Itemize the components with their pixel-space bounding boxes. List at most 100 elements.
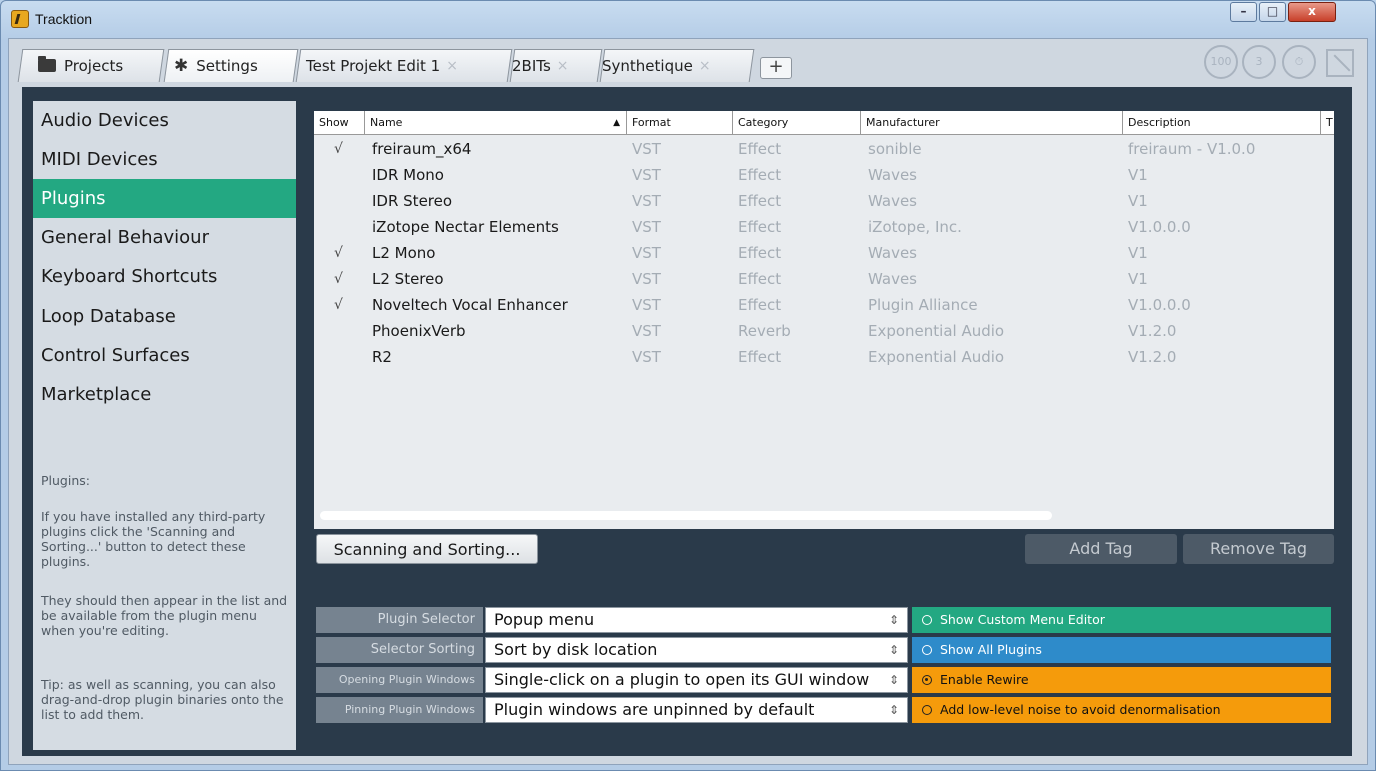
show-checkmark-icon[interactable]: √ (334, 240, 343, 266)
add-tab-button[interactable]: + (760, 57, 792, 79)
close-tab-icon[interactable]: × (446, 58, 458, 74)
sidebar-item-loop-database[interactable]: Loop Database (33, 297, 296, 336)
table-row[interactable]: PhoenixVerb VST Reverb Exponential Audio V1.… (314, 318, 1334, 344)
manufacturer-cell: iZotope, Inc. (868, 218, 962, 236)
select-arrow-icon: ⇕ (888, 703, 899, 717)
close-tab-icon[interactable]: × (557, 58, 569, 74)
table-row[interactable]: √ Noveltech Vocal Enhancer VST Effect Plugin… (314, 292, 1334, 318)
opening-plugin-windows-select[interactable]: Single-click on a plugin to open its GUI… (485, 667, 908, 693)
description-cell: V1 (1128, 244, 1148, 262)
manufacturer-cell: Waves (868, 192, 917, 210)
tab-projects[interactable]: Projects (38, 49, 123, 82)
column-header-tags[interactable]: T (1320, 111, 1334, 135)
column-header-manufacturer[interactable]: Manufacturer (860, 111, 1122, 135)
format-cell: VST (632, 166, 661, 184)
opening-plugin-windows-value: Single-click on a plugin to open its GUI… (494, 670, 870, 689)
format-cell: VST (632, 348, 661, 366)
midi-activity-icon[interactable]: 3 (1242, 45, 1276, 79)
plugin-name-cell: freiraum_x64 (372, 140, 472, 158)
column-header-show[interactable]: Show (314, 111, 364, 135)
category-cell: Effect (738, 218, 782, 236)
scanning-and-sorting-button[interactable]: Scanning and Sorting... (316, 534, 538, 564)
sidebar-item-control-surfaces[interactable]: Control Surfaces (33, 336, 296, 375)
plugin-table[interactable]: Show Name ▲ Format Category Manufacturer… (314, 111, 1334, 529)
help-heading: Plugins: (41, 473, 90, 488)
table-row[interactable]: IDR Mono VST Effect Waves V1 (314, 162, 1334, 188)
tab-settings[interactable]: ✱ Settings (174, 49, 258, 82)
sidebar-item-plugins[interactable]: Plugins (33, 179, 296, 218)
tab-synthetique[interactable]: Synthetique × (602, 49, 711, 82)
option-label: Show Custom Menu Editor (940, 612, 1105, 627)
help-text: Tip: as well as scanning, you can also d… (41, 677, 284, 722)
minimize-button[interactable]: – (1230, 2, 1257, 22)
table-row[interactable]: R2 VST Effect Exponential Audio V1.2.0 (314, 344, 1334, 370)
option-label: Add low-level noise to avoid denormalisa… (940, 702, 1221, 717)
tab-test-projekt-edit[interactable]: Test Projekt Edit 1 × (306, 49, 458, 82)
horizontal-scrollbar[interactable] (320, 511, 1052, 520)
selector-sorting-select[interactable]: Sort by disk location ⇕ (485, 637, 908, 663)
category-cell: Effect (738, 244, 782, 262)
description-cell: V1.2.0 (1128, 322, 1177, 340)
manufacturer-cell: Waves (868, 244, 917, 262)
format-cell: VST (632, 244, 661, 262)
column-header-name[interactable]: Name ▲ (364, 111, 626, 135)
plugin-name-cell: iZotope Nectar Elements (372, 218, 559, 236)
show-checkmark-icon[interactable]: √ (334, 136, 343, 162)
clock-icon[interactable]: ⏱ (1282, 45, 1316, 79)
maximize-icon: □ (1266, 4, 1279, 18)
plugin-selector-select[interactable]: Popup menu ⇕ (485, 607, 908, 633)
sidebar-item-midi-devices[interactable]: MIDI Devices (33, 140, 296, 179)
select-arrow-icon: ⇕ (888, 613, 899, 627)
column-header-category[interactable]: Category (732, 111, 860, 135)
category-cell: Effect (738, 140, 782, 158)
show-checkmark-icon[interactable]: √ (334, 266, 343, 292)
table-row[interactable]: IDR Stereo VST Effect Waves V1 (314, 188, 1334, 214)
sidebar-item-marketplace[interactable]: Marketplace (33, 375, 296, 414)
cpu-meter-icon[interactable]: 100 (1204, 45, 1238, 79)
category-cell: Reverb (738, 322, 791, 340)
column-header-description[interactable]: Description (1122, 111, 1320, 135)
remove-tag-button[interactable]: Remove Tag (1183, 534, 1334, 564)
table-row[interactable]: √ L2 Mono VST Effect Waves V1 (314, 240, 1334, 266)
plugin-name-cell: L2 Stereo (372, 270, 444, 288)
format-cell: VST (632, 192, 661, 210)
close-tab-icon[interactable]: × (699, 58, 711, 74)
close-button[interactable]: x (1288, 2, 1336, 22)
option-label: Enable Rewire (940, 672, 1029, 687)
folder-icon (38, 56, 56, 72)
show-custom-menu-editor-toggle[interactable]: Show Custom Menu Editor (912, 607, 1331, 633)
description-cell: freiraum - V1.0.0 (1128, 140, 1256, 158)
format-cell: VST (632, 322, 661, 340)
option-label: Show All Plugins (940, 642, 1042, 657)
sidebar-item-keyboard-shortcuts[interactable]: Keyboard Shortcuts (33, 257, 296, 296)
tab-2bits[interactable]: 2BITs × (512, 49, 569, 82)
pinning-plugin-windows-value: Plugin windows are unpinned by default (494, 700, 815, 719)
enable-rewire-toggle[interactable]: Enable Rewire (912, 667, 1331, 693)
column-header-name-label: Name (370, 116, 403, 129)
table-row[interactable]: √ freiraum_x64 VST Effect sonible freiraum - … (314, 136, 1334, 162)
sidebar-item-audio-devices[interactable]: Audio Devices (33, 101, 296, 140)
gear-icon: ✱ (174, 55, 189, 76)
description-cell: V1 (1128, 192, 1148, 210)
select-arrow-icon: ⇕ (888, 643, 899, 657)
column-header-format[interactable]: Format (626, 111, 732, 135)
plugin-name-cell: IDR Mono (372, 166, 444, 184)
show-all-plugins-toggle[interactable]: Show All Plugins (912, 637, 1331, 663)
table-row[interactable]: √ L2 Stereo VST Effect Waves V1 (314, 266, 1334, 292)
close-icon: x (1308, 4, 1316, 18)
maximize-button[interactable]: □ (1259, 2, 1286, 22)
tracktion-logo-icon (11, 10, 29, 28)
plugin-selector-value: Popup menu (494, 610, 595, 629)
pinning-plugin-windows-label: Pinning Plugin Windows (316, 697, 483, 723)
help-text: If you have installed any third-party pl… (41, 509, 266, 569)
add-low-level-noise-toggle[interactable]: Add low-level noise to avoid denormalisa… (912, 697, 1331, 723)
add-tag-button[interactable]: Add Tag (1025, 534, 1177, 564)
description-cell: V1.0.0.0 (1128, 218, 1191, 236)
table-row[interactable]: iZotope Nectar Elements VST Effect iZotope,… (314, 214, 1334, 240)
category-cell: Effect (738, 348, 782, 366)
fullscreen-icon[interactable] (1326, 49, 1354, 77)
tab-bar: Projects ✱ Settings Test Projekt Edit 1 … (12, 49, 1362, 83)
show-checkmark-icon[interactable]: √ (334, 292, 343, 318)
sidebar-item-general-behaviour[interactable]: General Behaviour (33, 218, 296, 257)
pinning-plugin-windows-select[interactable]: Plugin windows are unpinned by default ⇕ (485, 697, 908, 723)
